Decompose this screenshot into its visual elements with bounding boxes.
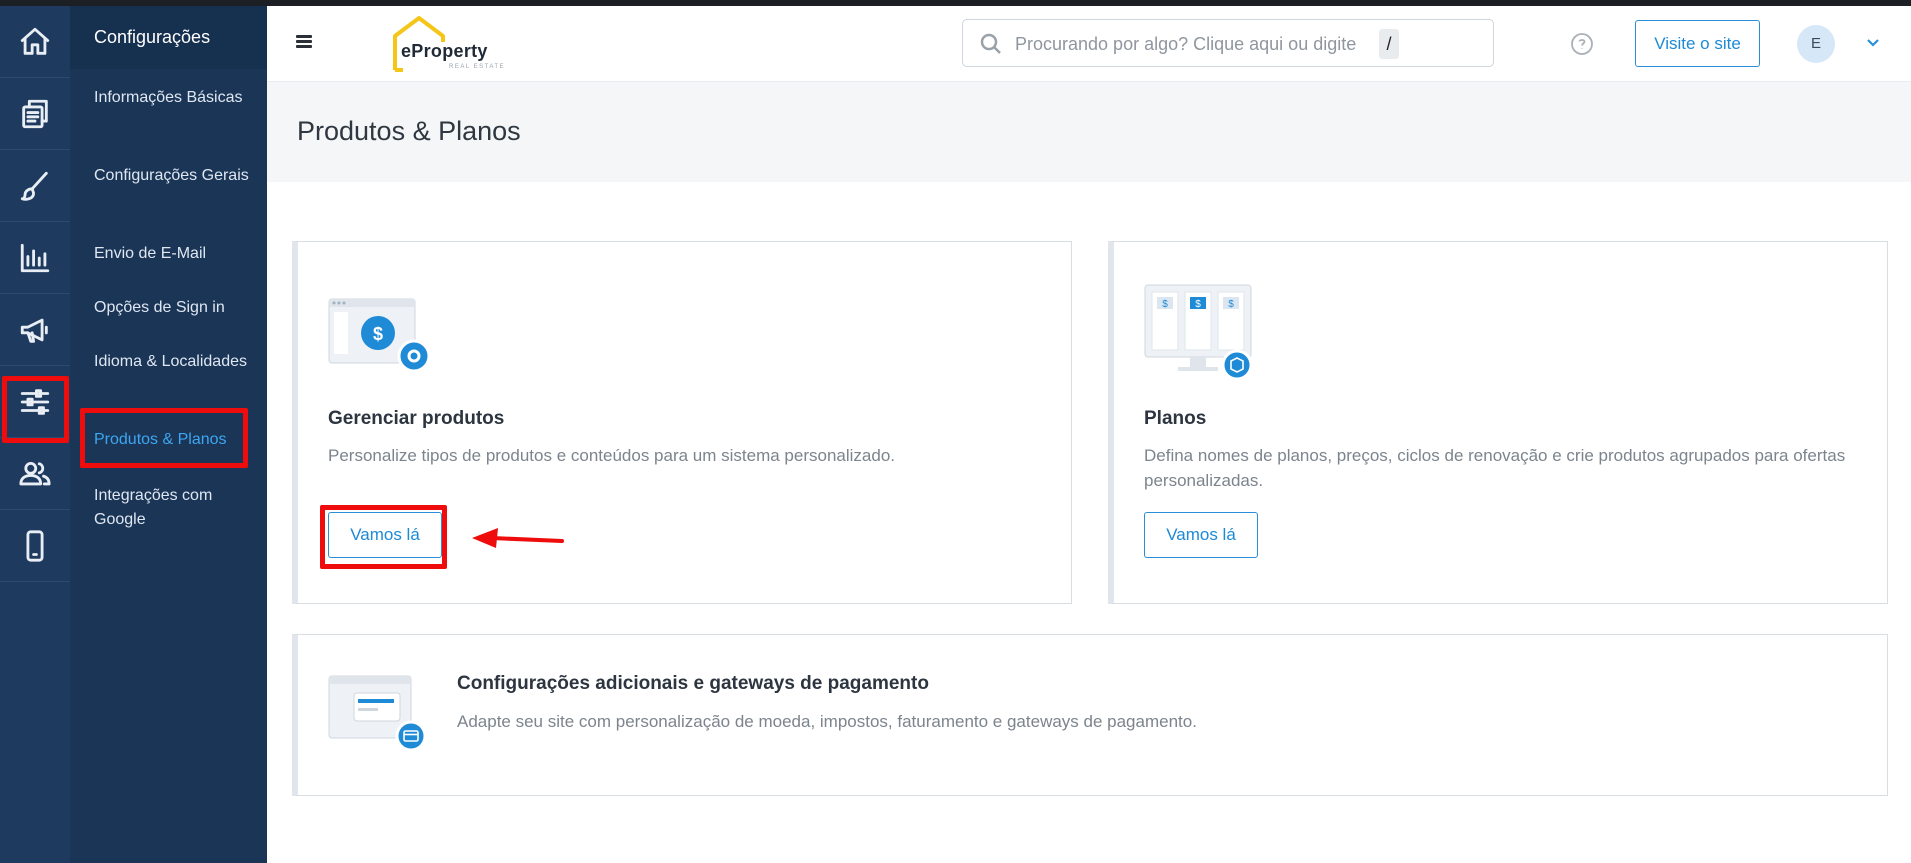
plans-description: Defina nomes de planos, preços, ciclos d… bbox=[1144, 446, 1846, 490]
chevron-down-icon bbox=[1867, 39, 1879, 47]
rail-item-marketing[interactable] bbox=[0, 294, 70, 366]
svg-text:$: $ bbox=[1162, 299, 1168, 310]
search-shortcut-key: / bbox=[1379, 29, 1399, 59]
plans-title: Planos bbox=[1144, 408, 1207, 429]
settings-item-language[interactable]: Idioma & Localidades bbox=[94, 350, 259, 374]
avatar[interactable]: E bbox=[1797, 25, 1835, 63]
home-icon bbox=[20, 27, 50, 55]
payment-settings-title: Configurações adicionais e gateways de p… bbox=[457, 673, 929, 694]
users-icon bbox=[19, 461, 51, 485]
svg-text:$: $ bbox=[1228, 299, 1234, 310]
plans-illustration-icon: $ $ $ bbox=[1144, 284, 1253, 381]
card-payment-settings[interactable]: Configurações adicionais e gateways de p… bbox=[292, 634, 1888, 796]
logo-subtext: REAL ESTATE bbox=[449, 64, 506, 70]
settings-item-general[interactable]: Configurações Gerais bbox=[94, 164, 259, 188]
rail-item-home[interactable] bbox=[0, 6, 70, 78]
card-plans: $ $ $ Planos Defina nomes de planos, pre… bbox=[1108, 241, 1888, 604]
settings-item-email[interactable]: Envio de E-Mail bbox=[94, 242, 259, 266]
payments-illustration-icon bbox=[328, 675, 427, 752]
settings-item-google[interactable]: Integrações com Google bbox=[94, 484, 259, 532]
highlight-settings-rail bbox=[2, 376, 69, 443]
search-box[interactable]: / bbox=[962, 19, 1494, 67]
rail-item-users[interactable] bbox=[0, 438, 70, 510]
help-button[interactable] bbox=[1570, 32, 1594, 56]
visit-site-button[interactable]: Visite o site bbox=[1635, 20, 1760, 67]
settings-item-basic-info[interactable]: Informações Básicas bbox=[94, 86, 259, 110]
manage-products-title: Gerenciar produtos bbox=[328, 408, 505, 429]
brush-icon bbox=[20, 171, 48, 201]
search-icon bbox=[980, 33, 1001, 54]
pages-icon bbox=[22, 99, 48, 128]
menu-toggle-icon[interactable] bbox=[296, 35, 312, 49]
account-menu-toggle[interactable] bbox=[1865, 34, 1881, 50]
analytics-icon bbox=[20, 243, 50, 272]
megaphone-icon bbox=[20, 318, 48, 343]
svg-text:$: $ bbox=[1195, 299, 1201, 310]
rail-item-pages[interactable] bbox=[0, 78, 70, 150]
settings-panel-title: Configurações bbox=[70, 6, 267, 69]
products-illustration-icon: $ bbox=[328, 298, 431, 373]
page-title: Produtos & Planos bbox=[297, 116, 521, 146]
rail-item-analytics[interactable] bbox=[0, 222, 70, 294]
annotation-arrow-icon bbox=[472, 528, 564, 548]
page-header: Produtos & Planos bbox=[267, 82, 1911, 182]
settings-item-sign-in[interactable]: Opções de Sign in bbox=[94, 296, 259, 320]
manage-products-description: Personalize tipos de produtos e conteúdo… bbox=[328, 446, 896, 465]
payment-settings-description: Adapte seu site com personalização de mo… bbox=[457, 712, 1197, 731]
logo-text: eProperty bbox=[401, 41, 488, 61]
plans-go-button[interactable]: Vamos lá bbox=[1144, 512, 1258, 558]
highlight-go-button bbox=[320, 505, 447, 569]
svg-text:$: $ bbox=[373, 324, 383, 344]
mobile-icon bbox=[26, 529, 44, 562]
brand-logo[interactable]: eProperty REAL ESTATE bbox=[389, 14, 514, 74]
rail-item-mobile[interactable] bbox=[0, 510, 70, 582]
help-icon bbox=[1571, 33, 1593, 55]
search-input[interactable] bbox=[1015, 32, 1375, 56]
top-bar: eProperty REAL ESTATE / Visite o site E bbox=[267, 6, 1911, 82]
rail-item-design[interactable] bbox=[0, 150, 70, 222]
highlight-products-plans-menu bbox=[80, 408, 248, 468]
